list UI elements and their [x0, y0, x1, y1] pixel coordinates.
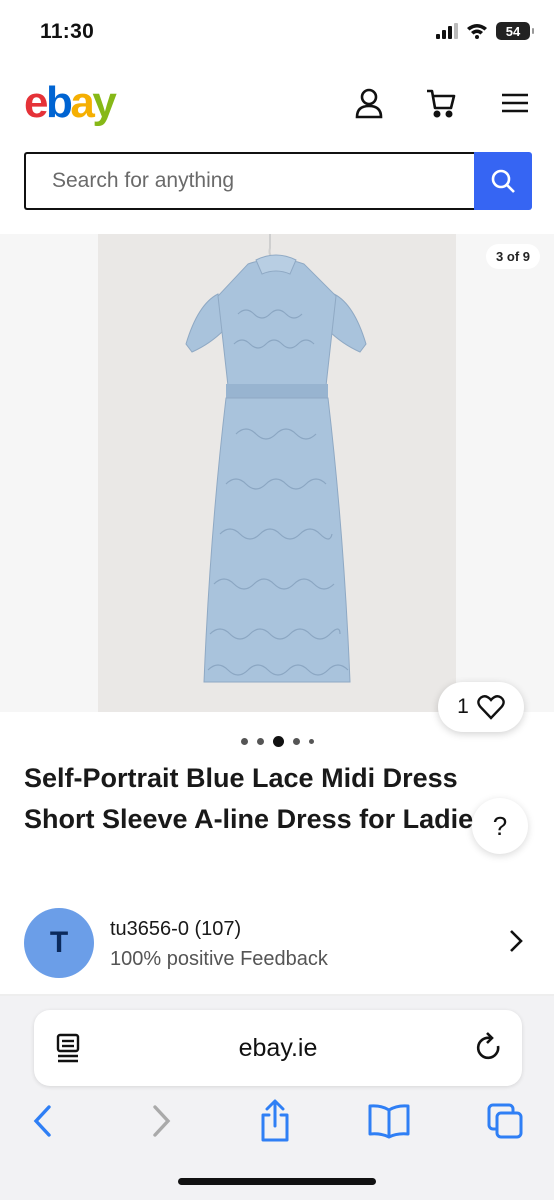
reload-icon[interactable]	[474, 1032, 504, 1064]
pagination-dot-active[interactable]	[272, 735, 284, 747]
browser-nav	[0, 1096, 554, 1148]
watch-count: 1	[457, 695, 469, 718]
gallery-pagination	[0, 732, 554, 750]
pagination-dot[interactable]	[256, 737, 264, 745]
watch-button[interactable]: 1	[438, 682, 524, 732]
forward-button[interactable]	[136, 1096, 186, 1146]
pagination-dot[interactable]	[308, 738, 314, 744]
heart-icon	[477, 695, 505, 720]
book-icon	[368, 1104, 410, 1139]
ebay-logo[interactable]: ebay	[24, 78, 117, 128]
seller-info[interactable]: T tu3656-0 (107) 100% positive Feedback	[0, 900, 554, 984]
tabs-icon	[487, 1103, 523, 1139]
listing-title: Self-Portrait Blue Lace Midi Dress Short…	[24, 763, 489, 834]
search-bar	[24, 152, 532, 210]
pagination-dot[interactable]	[240, 737, 248, 745]
search-icon	[491, 169, 515, 193]
image-counter: 3 of 9	[486, 244, 540, 269]
battery-indicator: 54	[496, 22, 534, 40]
signal-icon	[436, 23, 458, 39]
chevron-right-icon	[510, 930, 523, 952]
status-bar: 11:30 54	[0, 0, 554, 64]
tabs-button[interactable]	[480, 1096, 530, 1146]
image-gallery[interactable]: 3 of 9	[0, 234, 554, 712]
pagination-dot[interactable]	[292, 737, 300, 745]
status-icons: 54	[436, 22, 534, 40]
url-text[interactable]: ebay.ie	[34, 1034, 522, 1063]
cart-icon[interactable]	[424, 86, 458, 120]
share-icon	[261, 1099, 289, 1142]
seller-name: tu3656-0 (107)	[110, 918, 242, 940]
product-image[interactable]	[98, 234, 456, 712]
back-icon	[33, 1105, 51, 1137]
browser-toolbar: ebay.ie	[0, 996, 554, 1200]
wifi-icon	[467, 24, 487, 39]
home-indicator	[178, 1178, 376, 1185]
forward-icon	[153, 1105, 171, 1137]
search-button[interactable]	[474, 152, 532, 210]
status-time: 11:30	[40, 20, 95, 43]
avatar: T	[24, 908, 94, 978]
account-icon[interactable]	[352, 86, 386, 120]
share-button[interactable]	[250, 1096, 300, 1146]
menu-icon[interactable]	[498, 86, 532, 120]
search-input[interactable]	[24, 152, 474, 210]
bookmarks-button[interactable]	[364, 1096, 414, 1146]
address-bar[interactable]: ebay.ie	[34, 1010, 522, 1086]
help-button[interactable]: ?	[472, 798, 528, 854]
seller-feedback: 100% positive Feedback	[110, 948, 328, 970]
site-header: ebay	[0, 64, 554, 144]
back-button[interactable]	[18, 1096, 68, 1146]
